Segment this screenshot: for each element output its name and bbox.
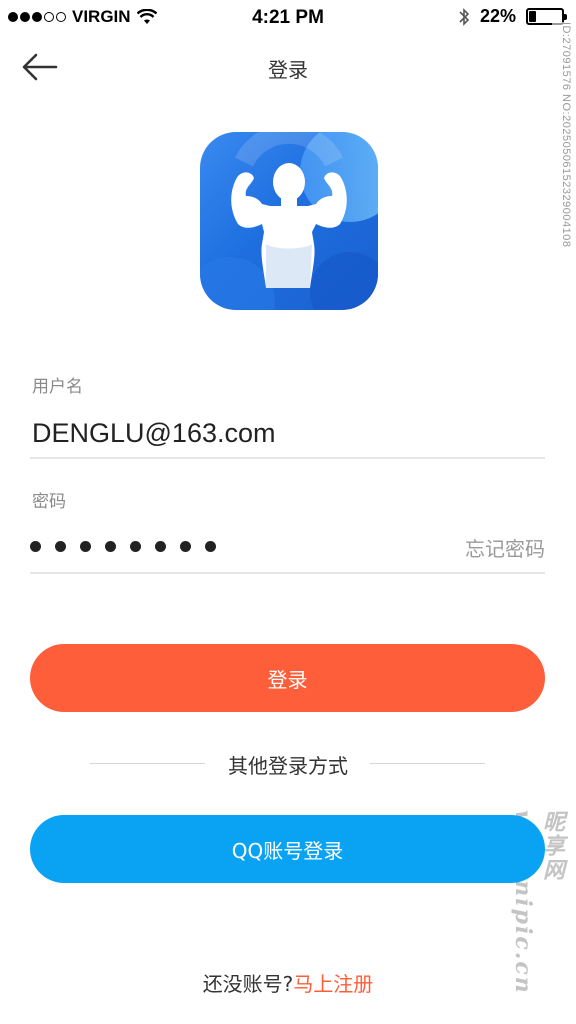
password-dot (105, 541, 116, 552)
password-label: 密码 (32, 492, 66, 512)
password-dot (130, 541, 141, 552)
password-dot (55, 541, 66, 552)
status-bar: VIRGIN 4:21 PM 22% (0, 0, 576, 36)
divider-line-right (370, 763, 485, 764)
battery-percent: 22% (479, 6, 516, 26)
login-button[interactable]: 登录 (30, 644, 545, 712)
username-underline (30, 457, 545, 459)
register-link[interactable]: 马上注册 (293, 972, 373, 996)
status-right: 22% (458, 6, 567, 27)
qq-login-button[interactable]: QQ账号登录 (30, 815, 545, 883)
page-title: 登录 (268, 58, 308, 82)
register-prompt: 还没账号?马上注册 (0, 968, 576, 997)
battery-level (529, 11, 537, 22)
bodybuilder-icon (200, 132, 378, 310)
password-dot (205, 541, 216, 552)
username-label: 用户名 (32, 377, 83, 397)
other-login-divider: 其他登录方式 (0, 748, 576, 778)
divider-text: 其他登录方式 (228, 754, 348, 778)
login-screen: VIRGIN 4:21 PM 22% ID:27091576 NO:202505… (0, 0, 576, 1024)
password-dot (155, 541, 166, 552)
username-input[interactable]: DENGLU@163.com (32, 418, 276, 449)
bluetooth-icon (459, 7, 470, 26)
forgot-password-link[interactable]: 忘记密码 (465, 533, 545, 562)
app-logo (200, 132, 378, 310)
password-dot (30, 541, 41, 552)
register-prompt-text: 还没账号? (202, 972, 294, 996)
password-underline (30, 572, 545, 574)
password-dot (80, 541, 91, 552)
password-input[interactable] (30, 541, 216, 552)
password-dot (180, 541, 191, 552)
